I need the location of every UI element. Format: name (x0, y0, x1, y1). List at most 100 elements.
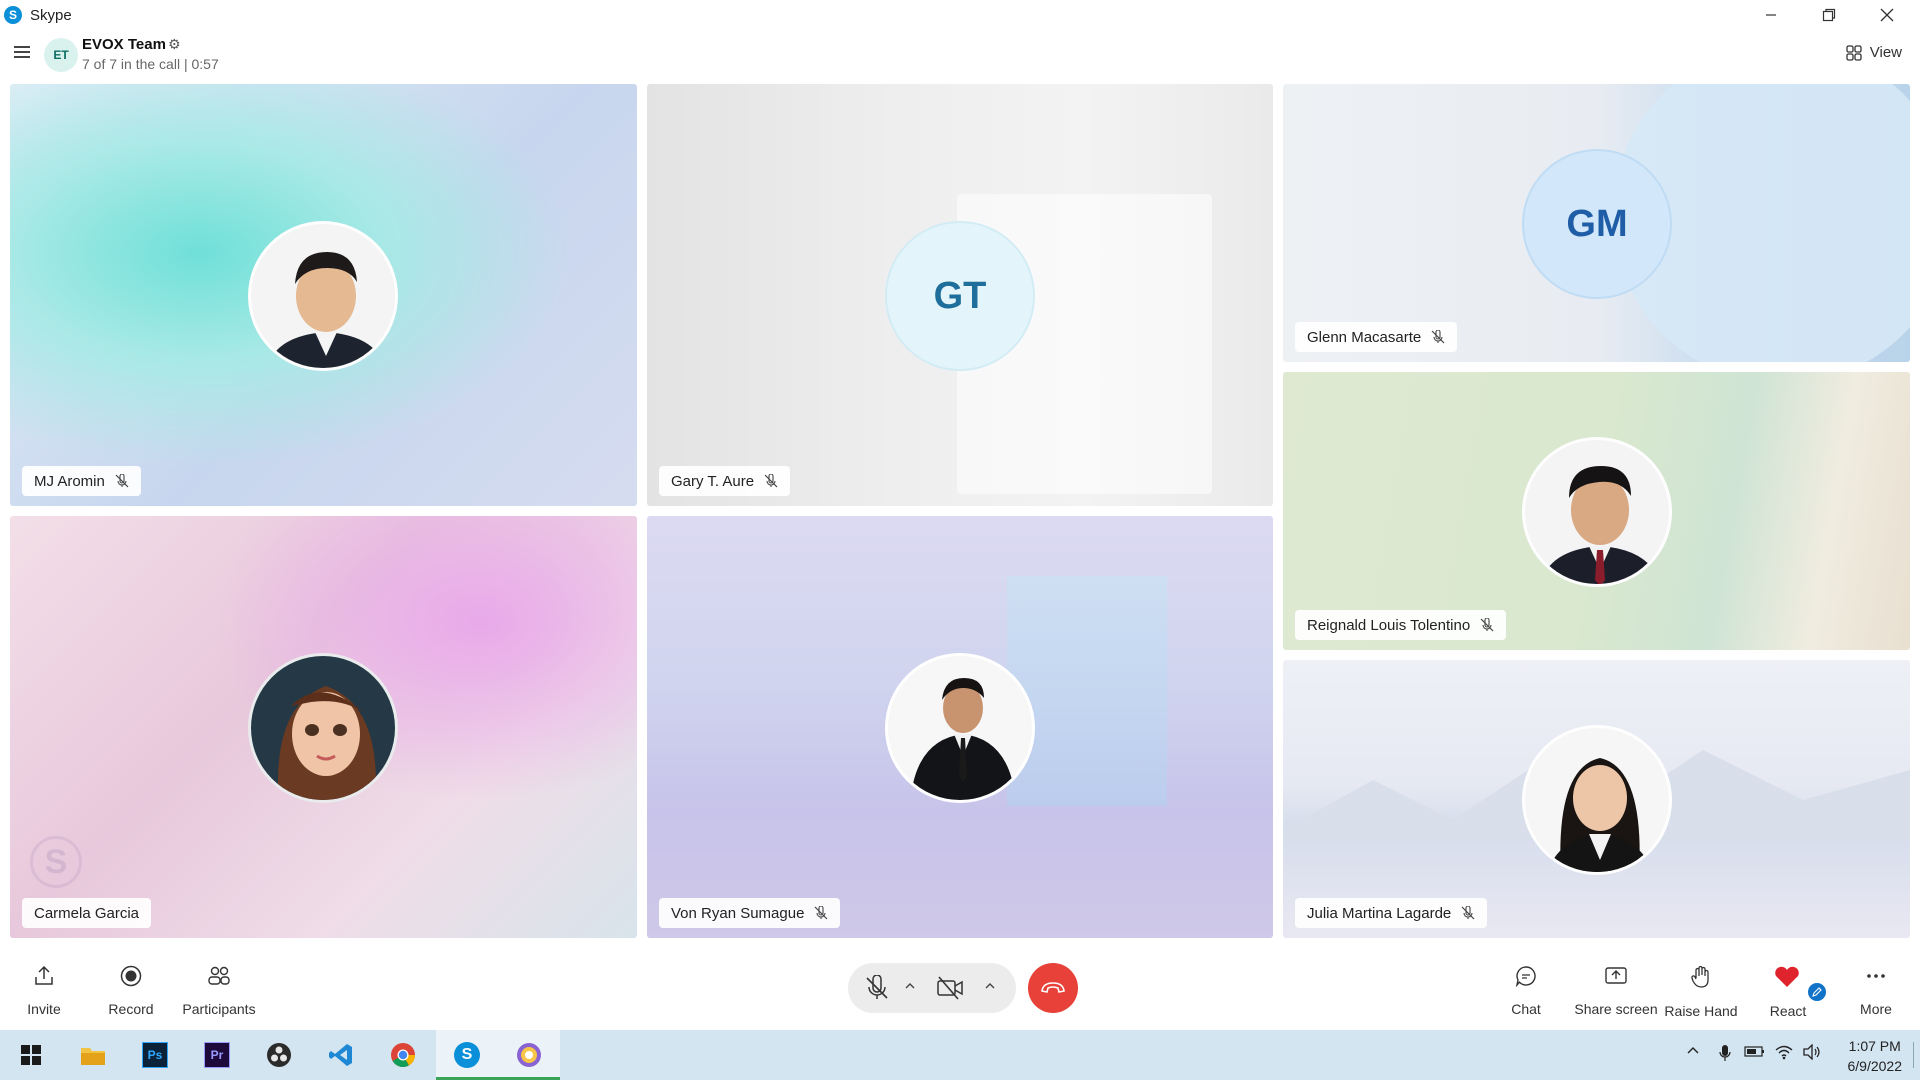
minimize-button[interactable] (1742, 0, 1800, 30)
call-header: ET EVOX Team ⚙ 7 of 7 in the call | 0:57… (0, 30, 1920, 80)
raise-hand-label: Raise Hand (1664, 1003, 1738, 1019)
windows-start-icon[interactable] (14, 1038, 48, 1072)
participant-name-tag: Glenn Macasarte (1295, 322, 1458, 352)
close-button[interactable] (1858, 0, 1916, 30)
participant-name: Von Ryan Sumague (671, 904, 805, 922)
mic-muted-icon (815, 906, 828, 920)
view-button[interactable]: View (1846, 44, 1902, 61)
participant-tile[interactable]: Julia Martina Lagarde (1283, 660, 1910, 938)
team-name[interactable]: EVOX Team (82, 36, 166, 53)
vscode-icon[interactable] (324, 1038, 358, 1072)
end-call-button[interactable] (1028, 963, 1078, 1013)
participant-name-tag: Gary T. Aure (659, 466, 791, 496)
person-photo-icon (278, 686, 376, 800)
photoshop-icon[interactable]: Ps (138, 1038, 172, 1072)
windows-taskbar: Ps Pr S 1:07 PM 6/9/2022 (0, 1030, 1920, 1080)
show-desktop-button[interactable] (1913, 1042, 1916, 1068)
gear-icon[interactable]: ⚙ (168, 36, 181, 53)
mic-muted-icon (764, 474, 778, 488)
person-photo-icon (910, 678, 1016, 800)
participant-initials-avatar: GT (885, 221, 1035, 371)
participant-name-tag: Julia Martina Lagarde (1295, 898, 1488, 928)
camera-toggle-button[interactable] (936, 975, 964, 1006)
chrome-icon[interactable] (386, 1038, 420, 1072)
clock-date: 6/9/2022 (1847, 1058, 1903, 1074)
participant-name-tag: Reignald Louis Tolentino (1295, 610, 1507, 640)
participants-label: Participants (182, 1001, 256, 1017)
file-explorer-icon[interactable] (76, 1038, 110, 1072)
participant-name-tag: MJ Aromin (22, 466, 141, 496)
more-button[interactable]: More (1858, 965, 1894, 1017)
participant-name: Reignald Louis Tolentino (1307, 616, 1471, 634)
participant-initials-avatar: GM (1522, 149, 1672, 299)
raise-hand-icon (1691, 965, 1709, 988)
chat-icon (1515, 966, 1536, 987)
chevron-up-icon (985, 983, 995, 989)
browser-app-icon[interactable] (512, 1038, 546, 1072)
grid-view-icon (1846, 44, 1862, 61)
chat-label: Chat (1511, 1001, 1541, 1017)
wifi-icon[interactable] (1774, 1044, 1794, 1063)
share-screen-icon (1605, 967, 1627, 984)
participant-tile[interactable]: MJ Aromin (10, 84, 637, 506)
participant-name: Carmela Garcia (34, 904, 140, 922)
participant-tile[interactable]: Reignald Louis Tolentino (1283, 372, 1910, 650)
video-off-icon (937, 976, 963, 1000)
close-icon (1880, 8, 1894, 22)
raise-hand-button[interactable]: Raise Hand (1664, 965, 1738, 1019)
clock-time: 1:07 PM (1848, 1038, 1901, 1054)
participant-name: MJ Aromin (34, 472, 105, 490)
battery-icon[interactable] (1744, 1044, 1766, 1061)
more-dots-icon (1867, 974, 1885, 978)
react-button[interactable]: React (1768, 965, 1808, 1019)
invite-label: Invite (27, 1001, 61, 1017)
invite-button[interactable]: Invite (22, 965, 66, 1017)
react-label: React (1769, 1003, 1807, 1019)
edit-reaction-icon[interactable] (1806, 981, 1828, 1003)
call-status: 7 of 7 in the call | 0:57 (82, 56, 219, 72)
participant-name: Glenn Macasarte (1307, 328, 1422, 346)
participant-tile[interactable]: GT Gary T. Aure (647, 84, 1273, 506)
participants-icon (208, 966, 230, 985)
microphone-icon[interactable] (1718, 1044, 1732, 1065)
participant-tile[interactable]: S Carmela Garcia (10, 516, 637, 938)
title-bar: S Skype (0, 0, 1920, 30)
volume-icon[interactable] (1802, 1043, 1822, 1063)
taskbar-clock[interactable]: 1:07 PM 6/9/2022 (1848, 1036, 1903, 1076)
menu-icon[interactable] (14, 46, 30, 58)
mic-muted-icon (1431, 330, 1445, 344)
participant-tile[interactable]: Von Ryan Sumague (647, 516, 1273, 938)
participants-button[interactable]: Participants (182, 965, 256, 1017)
chevron-up-icon (905, 983, 915, 989)
mute-mic-button[interactable] (864, 974, 890, 1006)
skype-logo-icon: S (4, 6, 22, 24)
participant-avatar (248, 653, 398, 803)
share-screen-label: Share screen (1574, 1001, 1658, 1017)
participant-avatar (1522, 725, 1672, 875)
share-screen-button[interactable]: Share screen (1570, 965, 1662, 1017)
share-upload-icon (35, 965, 53, 985)
restore-button[interactable] (1800, 0, 1858, 30)
mic-off-icon (866, 974, 888, 999)
participant-name-tag: Von Ryan Sumague (659, 898, 841, 928)
chat-button[interactable]: Chat (1508, 965, 1544, 1017)
premiere-pro-icon[interactable]: Pr (200, 1038, 234, 1072)
chevron-up-icon[interactable] (1686, 1044, 1700, 1061)
camera-options-button[interactable] (984, 979, 996, 997)
skype-taskbar-icon[interactable]: S (450, 1038, 484, 1072)
record-icon (120, 965, 142, 987)
more-label: More (1860, 1001, 1892, 1017)
participant-avatar (1522, 437, 1672, 587)
person-photo-icon (267, 252, 385, 368)
mic-options-button[interactable] (904, 979, 916, 997)
participant-tile[interactable]: GM Glenn Macasarte (1283, 84, 1910, 362)
window-title: Skype (30, 6, 72, 24)
background-window (1007, 576, 1167, 806)
team-avatar[interactable]: ET (44, 38, 78, 72)
restore-icon (1822, 8, 1836, 22)
participant-name: Gary T. Aure (671, 472, 755, 490)
mic-muted-icon (115, 474, 129, 488)
view-label: View (1869, 44, 1902, 61)
obs-studio-icon[interactable] (262, 1038, 296, 1072)
record-button[interactable]: Record (106, 965, 156, 1017)
